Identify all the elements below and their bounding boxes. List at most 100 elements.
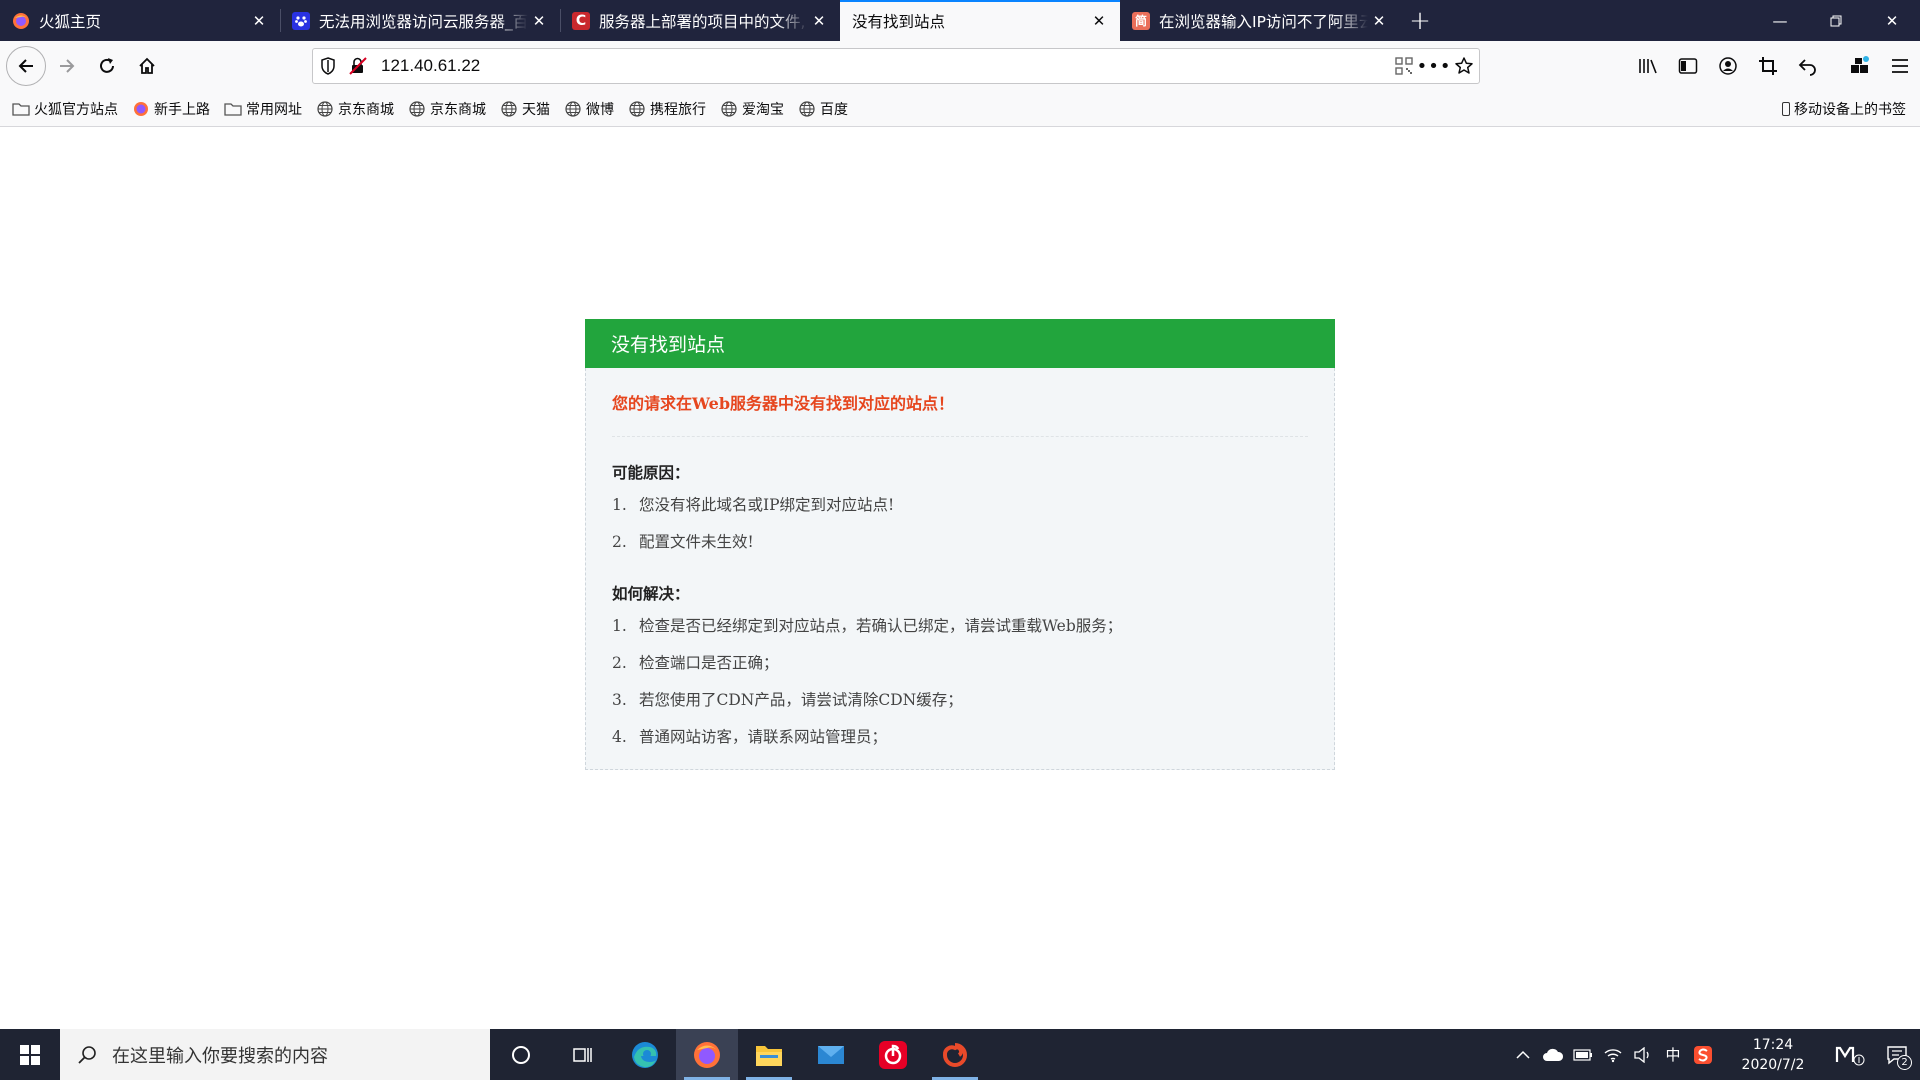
screenshot-button[interactable]: [1748, 46, 1788, 86]
cortana-circle-icon: [512, 1045, 530, 1064]
menu-button[interactable]: [1880, 46, 1920, 86]
close-icon[interactable]: ✕: [528, 10, 550, 32]
tab-title: 服务器上部署的项目中的文件,: [599, 12, 806, 31]
close-icon[interactable]: ✕: [1368, 10, 1390, 32]
folder-icon: [12, 100, 30, 118]
bookmark-item[interactable]: 天猫: [500, 99, 550, 119]
list-item: 1. 检查是否已经绑定到对应站点，若确认已绑定，请尝试重载Web服务；: [612, 616, 1308, 636]
bookmark-item[interactable]: 百度: [798, 99, 848, 119]
taskbar-netease-music[interactable]: [862, 1029, 924, 1080]
solutions-title: 如何解决：: [612, 584, 690, 603]
item-number: 1.: [612, 496, 627, 514]
cortana-button[interactable]: [490, 1029, 552, 1080]
item-number: 3.: [612, 691, 627, 709]
taskbar-file-explorer[interactable]: [738, 1029, 800, 1080]
battery-icon: [1573, 1048, 1592, 1061]
tab-strip: 火狐主页 ✕ 无法用浏览器访问云服务器_百度 ✕ C 服务器上部署的项目中的文件…: [0, 0, 1920, 41]
library-button[interactable]: [1628, 46, 1668, 86]
bookmark-item[interactable]: 微博: [564, 99, 614, 119]
baidu-paw-icon: [292, 11, 310, 30]
bookmark-folder[interactable]: 常用网址: [224, 99, 302, 119]
clock[interactable]: 17:24 2020/7/2: [1730, 1035, 1816, 1075]
more-actions-icon[interactable]: •••: [1417, 51, 1451, 81]
insecure-lock-icon[interactable]: [343, 51, 373, 81]
back-button[interactable]: [6, 46, 46, 86]
chevron-up-icon: [1516, 1050, 1530, 1059]
bookmark-item[interactable]: 爱淘宝: [720, 99, 784, 119]
hamburger-icon: [1892, 59, 1908, 73]
sidebar-button[interactable]: [1668, 46, 1708, 86]
onedrive-button[interactable]: [1538, 1029, 1568, 1080]
new-tab-button[interactable]: +: [1400, 0, 1440, 41]
url-bar[interactable]: 121.40.61.22 •••: [312, 48, 1480, 84]
globe-icon: [500, 100, 518, 118]
reload-button[interactable]: [88, 47, 126, 85]
edge-icon: [632, 1041, 658, 1068]
account-icon: [1719, 57, 1737, 75]
jianshu-icon: 简: [1132, 11, 1150, 30]
firefox-icon: [12, 12, 30, 30]
bookmark-folder[interactable]: 火狐官方站点: [12, 99, 118, 119]
bookmark-label: 微博: [586, 101, 614, 118]
close-icon[interactable]: ✕: [808, 10, 830, 32]
taskbar-firefox[interactable]: [676, 1029, 738, 1080]
error-panel: 没有找到站点 您的请求在Web服务器中没有找到对应的站点！ 可能原因： 1. 您…: [585, 319, 1335, 770]
globe-icon: [798, 100, 816, 118]
globe-icon: [720, 100, 738, 118]
speaker-icon: [1634, 1046, 1649, 1063]
task-view-icon: [573, 1047, 592, 1062]
windows-logo-icon: [20, 1044, 40, 1065]
battery-button[interactable]: [1568, 1029, 1598, 1080]
tab-jianshu[interactable]: 简 在浏览器输入IP访问不了阿里云 ✕: [1120, 0, 1400, 41]
bookmark-item[interactable]: 携程旅行: [628, 99, 706, 119]
bookmark-item[interactable]: 京东商城: [408, 99, 486, 119]
tab-csdn[interactable]: C 服务器上部署的项目中的文件, ✕: [560, 0, 840, 41]
reload-icon: [100, 58, 114, 73]
close-icon[interactable]: ✕: [1088, 10, 1110, 32]
undo-close-button[interactable]: [1788, 46, 1828, 86]
bookmark-item[interactable]: 新手上路: [132, 99, 210, 119]
taskbar-mail[interactable]: [800, 1029, 862, 1080]
bookmark-star-icon[interactable]: [1449, 51, 1479, 81]
taskbar-search-box[interactable]: 在这里输入你要搜索的内容: [60, 1029, 490, 1080]
task-view-button[interactable]: [552, 1029, 614, 1080]
action-center-button[interactable]: 2: [1874, 1029, 1920, 1080]
qr-code-icon[interactable]: [1389, 51, 1419, 81]
taskbar-swirl-app[interactable]: [924, 1029, 986, 1080]
home-button[interactable]: [128, 47, 166, 85]
restore-button[interactable]: [1808, 0, 1864, 41]
ime-mode-icon: [1835, 1046, 1865, 1065]
sogou-input-button[interactable]: [1688, 1029, 1718, 1080]
tab-site-not-found[interactable]: 没有找到站点 ✕: [840, 0, 1120, 41]
ime-indicator[interactable]: 中: [1658, 1029, 1688, 1080]
mobile-bookmarks[interactable]: 移动设备上的书签: [1782, 91, 1906, 127]
firefox-icon: [694, 1041, 720, 1068]
tray-expand-button[interactable]: [1508, 1029, 1538, 1080]
url-text[interactable]: 121.40.61.22: [381, 56, 1389, 76]
start-button[interactable]: [0, 1029, 60, 1080]
tab-baidu-search[interactable]: 无法用浏览器访问云服务器_百度 ✕: [280, 0, 560, 41]
mobile-phone-icon: [1782, 102, 1790, 116]
tab-title: 在浏览器输入IP访问不了阿里云: [1159, 12, 1368, 31]
minimize-button[interactable]: —: [1752, 0, 1808, 41]
volume-button[interactable]: [1628, 1029, 1658, 1080]
close-window-button[interactable]: ✕: [1864, 0, 1920, 41]
ime-mode-button[interactable]: [1826, 1029, 1874, 1080]
panel-body: 您的请求在Web服务器中没有找到对应的站点！ 可能原因： 1. 您没有将此域名或…: [585, 368, 1335, 770]
close-icon[interactable]: ✕: [248, 10, 270, 32]
search-icon: [74, 1045, 100, 1065]
forward-button[interactable]: [48, 47, 86, 85]
account-button[interactable]: [1708, 46, 1748, 86]
item-number: 2.: [612, 533, 627, 551]
bookmark-label: 常用网址: [246, 101, 302, 118]
item-text: 检查是否已经绑定到对应站点，若确认已绑定，请尝试重载Web服务；: [639, 617, 1123, 635]
tab-firefox-home[interactable]: 火狐主页 ✕: [0, 0, 280, 41]
taskbar-edge[interactable]: [614, 1029, 676, 1080]
bookmark-item[interactable]: 京东商城: [316, 99, 394, 119]
arrow-left-icon: [18, 59, 33, 73]
mail-icon: [818, 1045, 844, 1064]
wifi-button[interactable]: [1598, 1029, 1628, 1080]
tracking-shield-icon[interactable]: [313, 51, 343, 81]
item-text: 若您使用了CDN产品，请尝试清除CDN缓存；: [639, 691, 963, 709]
extensions-button[interactable]: [1840, 46, 1880, 86]
